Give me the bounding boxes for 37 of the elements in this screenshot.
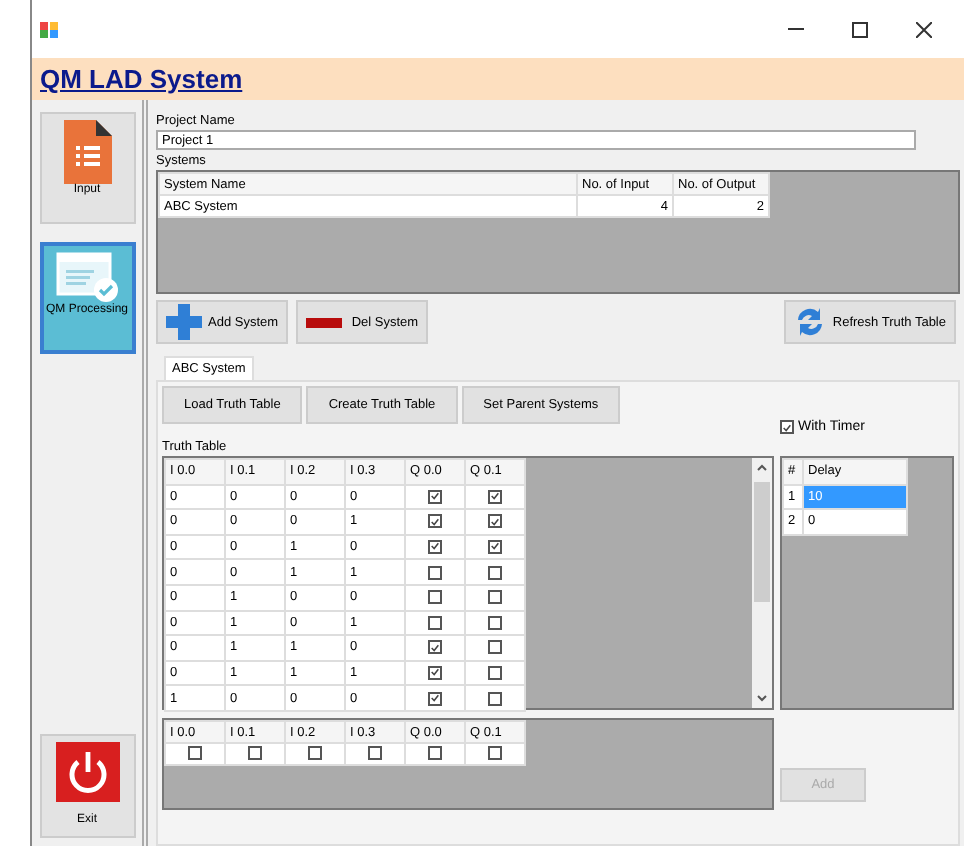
power-icon (55, 742, 119, 802)
checkbox[interactable] (488, 665, 502, 680)
close-icon[interactable] (916, 21, 932, 37)
checkbox[interactable] (368, 746, 382, 761)
checkbox[interactable] (488, 746, 502, 761)
scrollbar[interactable] (752, 458, 772, 708)
scroll-thumb[interactable] (754, 482, 770, 602)
checkbox[interactable] (428, 489, 442, 504)
checkbox[interactable] (248, 746, 262, 761)
checkbox[interactable] (780, 420, 794, 434)
minus-icon (306, 317, 343, 327)
maximize-icon[interactable] (852, 21, 868, 37)
checkbox[interactable] (488, 691, 502, 706)
checkbox[interactable] (428, 665, 442, 680)
checkbox[interactable] (308, 746, 322, 761)
checkbox[interactable] (488, 514, 502, 529)
checkbox[interactable] (428, 539, 442, 554)
checkbox[interactable] (428, 746, 442, 761)
checkbox[interactable] (428, 640, 442, 655)
window-check-icon (55, 252, 119, 304)
checkbox[interactable] (488, 565, 502, 580)
checkbox[interactable] (188, 746, 202, 761)
checkbox[interactable] (488, 590, 502, 605)
app-title: QM LAD System (40, 64, 243, 94)
checkbox[interactable] (488, 489, 502, 504)
checkbox[interactable] (428, 514, 442, 529)
checkbox[interactable] (428, 615, 442, 630)
plus-icon (166, 304, 202, 340)
checkbox[interactable] (488, 615, 502, 630)
checkbox[interactable] (428, 691, 442, 706)
checkbox[interactable] (488, 640, 502, 655)
checkbox[interactable] (428, 565, 442, 580)
document-icon (63, 120, 111, 184)
checkbox[interactable] (428, 590, 442, 605)
checkbox[interactable] (488, 539, 502, 554)
refresh-icon (794, 304, 827, 340)
app-icon (40, 21, 58, 37)
